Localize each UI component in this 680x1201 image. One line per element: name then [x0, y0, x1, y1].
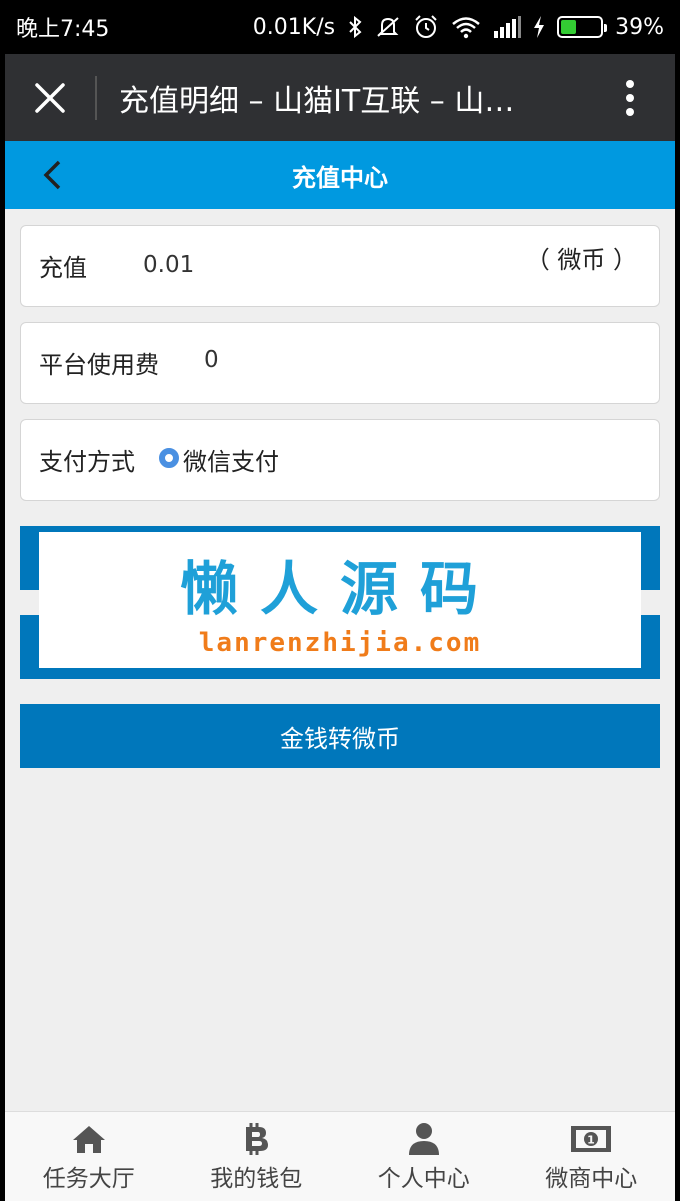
chevron-left-icon: [43, 160, 61, 190]
fee-label: 平台使用费: [39, 351, 159, 379]
money-icon: 1: [570, 1121, 612, 1157]
status-time: 晚上7:45: [16, 17, 110, 42]
recharge-card: 充值 0.01 （ 微币 ）: [20, 225, 660, 307]
bottom-nav: 任务大厅 我的钱包 个人中心 1 微商中心: [5, 1111, 675, 1201]
nav-item-merchant[interactable]: 1 微商中心: [508, 1112, 676, 1201]
nav-label-task-hall: 任务大厅: [42, 1165, 135, 1192]
wifi-icon: [451, 15, 481, 39]
more-vertical-icon: [626, 79, 634, 116]
close-icon: [35, 82, 65, 113]
header-title: 充值中心: [292, 163, 388, 192]
more-button[interactable]: [585, 54, 675, 141]
nav-label-merchant: 微商中心: [545, 1165, 638, 1192]
charging-icon: [533, 16, 545, 38]
fee-card: 平台使用费 0: [20, 322, 660, 404]
nav-label-profile: 个人中心: [377, 1165, 470, 1192]
battery-fill: [561, 20, 576, 34]
signal-icon: [493, 16, 522, 38]
home-icon: [71, 1121, 107, 1157]
nav-item-task-hall[interactable]: 任务大厅: [5, 1112, 173, 1201]
page-content: 充值中心 充值 0.01 （ 微币 ） 平台使用费 0 支付方式 微信支付 懒人…: [5, 141, 675, 1111]
nav-label-wallet: 我的钱包: [210, 1165, 303, 1192]
wechat-pay-radio[interactable]: [159, 448, 179, 468]
recharge-amount-input[interactable]: 0.01: [143, 252, 194, 278]
user-icon: [408, 1121, 440, 1157]
watermark: 懒人源码 lanrenzhijia.com: [39, 532, 641, 668]
convert-button[interactable]: 金钱转微币: [20, 704, 660, 768]
bluetooth-icon: [347, 15, 363, 39]
webview-titlebar: 充值明细 – 山猫IT互联 – 山…: [5, 54, 675, 141]
back-button[interactable]: [41, 159, 73, 191]
mute-icon: [375, 15, 401, 39]
network-speed: 0.01K/s: [252, 14, 336, 40]
status-indicators: 0.01K/s 39%: [253, 14, 664, 40]
page-title: 充值明细 – 山猫IT互联 – 山…: [119, 83, 515, 119]
status-bar: 晚上7:45 0.01K/s 39%: [0, 0, 680, 54]
watermark-title: 懒人源码: [179, 555, 500, 623]
alarm-icon: [413, 14, 439, 40]
app-header: 充值中心: [5, 141, 675, 209]
watermark-url: lanrenzhijia.com: [198, 628, 482, 658]
nav-item-wallet[interactable]: 我的钱包: [173, 1112, 341, 1201]
recharge-label: 充值: [39, 254, 87, 282]
recharge-unit: （ 微币 ）: [525, 246, 637, 274]
svg-text:1: 1: [587, 1133, 595, 1146]
fee-value: 0: [204, 347, 219, 373]
bitcoin-icon: [242, 1121, 270, 1157]
payment-label: 支付方式: [39, 448, 135, 476]
battery-icon: [557, 16, 608, 38]
payment-card: 支付方式 微信支付: [20, 419, 660, 501]
nav-item-profile[interactable]: 个人中心: [340, 1112, 508, 1201]
close-button[interactable]: [5, 54, 95, 141]
battery-percent: 39%: [615, 14, 664, 40]
wechat-pay-label[interactable]: 微信支付: [183, 442, 279, 477]
